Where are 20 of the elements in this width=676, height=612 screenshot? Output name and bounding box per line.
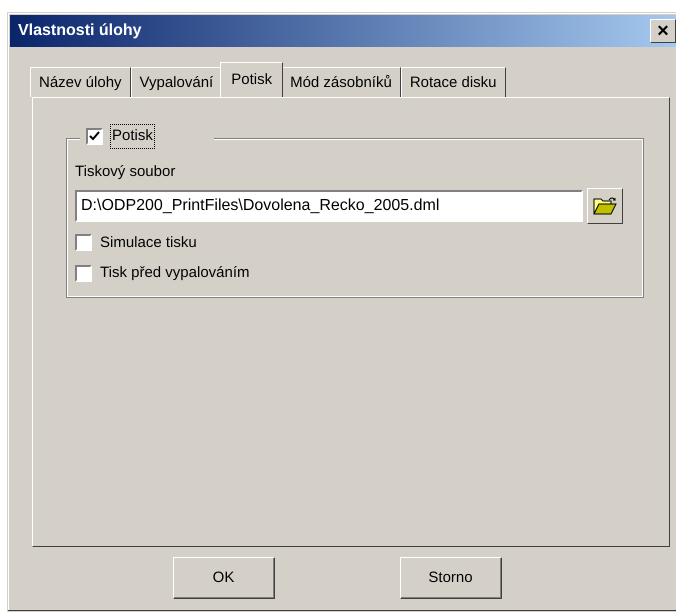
tab[interactable]: Název úlohy	[30, 67, 131, 97]
close-button[interactable]: ×	[650, 19, 676, 43]
check-icon	[89, 131, 100, 142]
tab[interactable]: Vypalování	[130, 67, 222, 97]
checkbox[interactable]	[86, 128, 103, 145]
field-label: Tiskový soubor	[75, 162, 176, 182]
input-field[interactable]: D:\ODP200_PrintFiles\Dovolena_Recko_2005.dml	[75, 190, 583, 222]
folder-icon	[593, 196, 617, 216]
browse-button[interactable]	[587, 188, 623, 224]
checkbox-label[interactable]: Tisk před vypalováním	[100, 262, 250, 284]
tab[interactable]: Potisk	[220, 62, 284, 97]
window-title: Vlastnosti úlohy	[18, 21, 142, 41]
tab[interactable]: Mód zásobníků	[281, 67, 401, 97]
checkbox-label[interactable]: Potisk	[111, 125, 154, 148]
checkbox[interactable]	[75, 264, 92, 282]
tab[interactable]: Rotace disku	[400, 67, 506, 97]
dialog-button[interactable]: OK	[172, 557, 274, 599]
dialog-button[interactable]: Storno	[400, 557, 502, 599]
checkbox-label[interactable]: Simulace tisku	[100, 232, 197, 254]
checkbox[interactable]	[75, 234, 92, 252]
